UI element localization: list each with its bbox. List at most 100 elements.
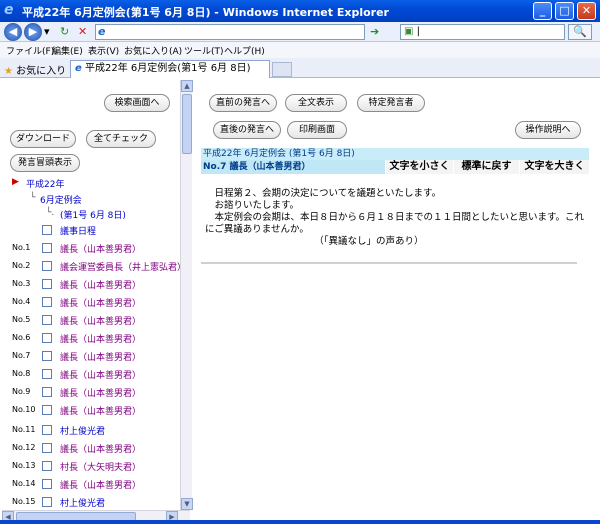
star-icon: ★ xyxy=(4,66,13,77)
favorites-bar: ★ お気に入り e 平成22年 6月定例会(第1号 6月 8日) xyxy=(0,58,600,78)
tab-page-icon: e xyxy=(75,63,82,74)
speech-line: 日程第２、会期の決定についてを議題といたします。 xyxy=(205,188,442,199)
row-checkbox[interactable] xyxy=(42,315,52,325)
speaker-link[interactable]: 議長（山本善男君） xyxy=(60,386,141,399)
download-button[interactable]: ダウンロード xyxy=(10,130,76,148)
search-screen-button[interactable]: 検索画面へ xyxy=(104,94,170,112)
meeting-header: 平成22年 6月定例会 (第1号 6月 8日) xyxy=(201,148,589,160)
menu-file[interactable]: ファイル(F) xyxy=(6,44,54,57)
text-smaller-button[interactable]: 文字を小さく xyxy=(385,160,453,174)
print-screen-button[interactable]: 印刷画面 xyxy=(287,121,347,139)
row-number: No.10 xyxy=(12,405,36,414)
address-field[interactable]: e xyxy=(95,24,365,40)
tree-branch-icon: └ xyxy=(30,193,36,203)
speaker-link[interactable]: 議長（山本善男君） xyxy=(60,296,141,309)
row-checkbox[interactable] xyxy=(42,351,52,361)
address-toolbar: ◀ ▶ ▾ ↻ ✕ e ➔ ▣ | 🔍 xyxy=(0,22,600,42)
speaker-link[interactable]: 議長（山本善男君） xyxy=(60,332,141,345)
search-input[interactable]: ▣ | xyxy=(400,24,565,40)
row-checkbox[interactable] xyxy=(42,425,52,435)
speaker-link[interactable]: 議会運営委員長（井上憲弘君） xyxy=(60,260,186,273)
row-number: No.1 xyxy=(12,243,31,252)
speaker-link[interactable]: 議長（山本善男君） xyxy=(60,368,141,381)
window-title: 平成22年 6月定例会(第1号 6月 8日) - Windows Interne… xyxy=(22,6,389,19)
row-number: No.11 xyxy=(12,425,36,434)
tree-branch-icon: └. xyxy=(46,208,55,218)
speech-line: （「異議なし」の声あり） xyxy=(205,236,424,247)
row-number: No.3 xyxy=(12,279,31,288)
specific-speaker-button[interactable]: 特定発言者 xyxy=(357,94,425,112)
search-button[interactable]: 🔍 xyxy=(568,24,592,40)
speaker-link[interactable]: 村上俊光君 xyxy=(60,496,105,509)
row-checkbox[interactable] xyxy=(42,279,52,289)
operation-help-button[interactable]: 操作説明へ xyxy=(515,121,581,139)
row-number: No.14 xyxy=(12,479,36,488)
separator xyxy=(201,262,577,264)
close-button[interactable]: ✕ xyxy=(577,2,596,20)
speaker-link[interactable]: 村長（大矢明夫君） xyxy=(60,460,141,473)
tab-title: 平成22年 6月定例会(第1号 6月 8日) xyxy=(84,63,251,74)
full-text-button[interactable]: 全文表示 xyxy=(285,94,347,112)
back-button[interactable]: ◀ xyxy=(4,23,22,41)
row-number: No.9 xyxy=(12,387,31,396)
scroll-up-icon[interactable]: ▲ xyxy=(181,80,193,92)
row-checkbox[interactable] xyxy=(42,297,52,307)
speaker-list-frame: 検索画面へ ダウンロード 全てチェック 発言冒頭表示 ▶ 平成22年 └ 6月定… xyxy=(2,80,192,510)
speaker-header: No.7 議長（山本善男君） 文字を小さく 標準に戻す 文字を大きく xyxy=(201,160,589,174)
menu-favorites[interactable]: お気に入り(A) xyxy=(124,44,182,57)
row-checkbox[interactable] xyxy=(42,479,52,489)
text-reset-button[interactable]: 標準に戻す xyxy=(453,160,519,174)
menu-view[interactable]: 表示(V) xyxy=(88,44,119,57)
agenda-checkbox[interactable] xyxy=(42,225,52,235)
row-number: No.15 xyxy=(12,497,36,506)
speaker-list-button[interactable]: 発言冒頭表示 xyxy=(10,154,80,172)
tab-current[interactable]: e 平成22年 6月定例会(第1号 6月 8日) xyxy=(70,60,270,78)
row-checkbox[interactable] xyxy=(42,497,52,507)
previous-speech-button[interactable]: 直前の発言へ xyxy=(209,94,277,112)
row-checkbox[interactable] xyxy=(42,387,52,397)
scroll-down-icon[interactable]: ▼ xyxy=(181,498,193,510)
speaker-link[interactable]: 議長（山本善男君） xyxy=(60,350,141,363)
speaker-link[interactable]: 議長（山本善男君） xyxy=(60,314,141,327)
speaker-link[interactable]: 村上俊光君 xyxy=(60,424,105,437)
row-number: No.12 xyxy=(12,443,36,452)
row-checkbox[interactable] xyxy=(42,405,52,415)
row-number: No.13 xyxy=(12,461,36,470)
speaker-link[interactable]: 議長（山本善男君） xyxy=(60,278,141,291)
history-dropdown-icon[interactable]: ▾ xyxy=(44,25,50,39)
row-checkbox[interactable] xyxy=(42,461,52,471)
page-icon: e xyxy=(98,25,106,38)
speaker-link[interactable]: 議長（山本善男君） xyxy=(60,478,141,491)
agenda-link[interactable]: 議事日程 xyxy=(60,224,96,237)
stop-icon[interactable]: ✕ xyxy=(78,25,87,39)
scroll-thumb[interactable] xyxy=(182,94,192,154)
ie-logo-icon: e xyxy=(4,2,14,18)
minimize-button[interactable]: _ xyxy=(533,2,552,20)
speaker-link[interactable]: 議長（山本善男君） xyxy=(60,442,141,455)
tree-session[interactable]: 6月定例会 xyxy=(40,193,82,206)
menu-tools[interactable]: ツール(T) xyxy=(184,44,224,57)
row-checkbox[interactable] xyxy=(42,443,52,453)
new-tab-button[interactable] xyxy=(272,62,292,77)
favorites-button[interactable]: ★ お気に入り xyxy=(4,62,66,77)
row-checkbox[interactable] xyxy=(42,333,52,343)
row-checkbox[interactable] xyxy=(42,243,52,253)
text-larger-button[interactable]: 文字を大きく xyxy=(519,160,589,174)
row-checkbox[interactable] xyxy=(42,261,52,271)
next-speech-button[interactable]: 直後の発言へ xyxy=(213,121,281,139)
row-number: No.5 xyxy=(12,315,31,324)
maximize-button[interactable]: □ xyxy=(555,2,574,20)
speaker-link[interactable]: 議長（山本善男君） xyxy=(60,242,141,255)
tree-year[interactable]: 平成22年 xyxy=(26,177,64,190)
menu-edit[interactable]: 編集(E) xyxy=(52,44,83,57)
menu-help[interactable]: ヘルプ(H) xyxy=(224,44,265,57)
forward-button[interactable]: ▶ xyxy=(24,23,42,41)
go-icon[interactable]: ➔ xyxy=(370,25,379,38)
tree-date[interactable]: (第1号 6月 8日) xyxy=(60,208,126,221)
left-vertical-scrollbar[interactable]: ▲ ▼ xyxy=(180,80,193,510)
speaker-link[interactable]: 議長（山本善男君） xyxy=(60,404,141,417)
refresh-icon[interactable]: ↻ xyxy=(60,25,69,39)
title-bar: e 平成22年 6月定例会(第1号 6月 8日) - Windows Inter… xyxy=(0,0,600,22)
row-checkbox[interactable] xyxy=(42,369,52,379)
check-all-button[interactable]: 全てチェック xyxy=(86,130,156,148)
